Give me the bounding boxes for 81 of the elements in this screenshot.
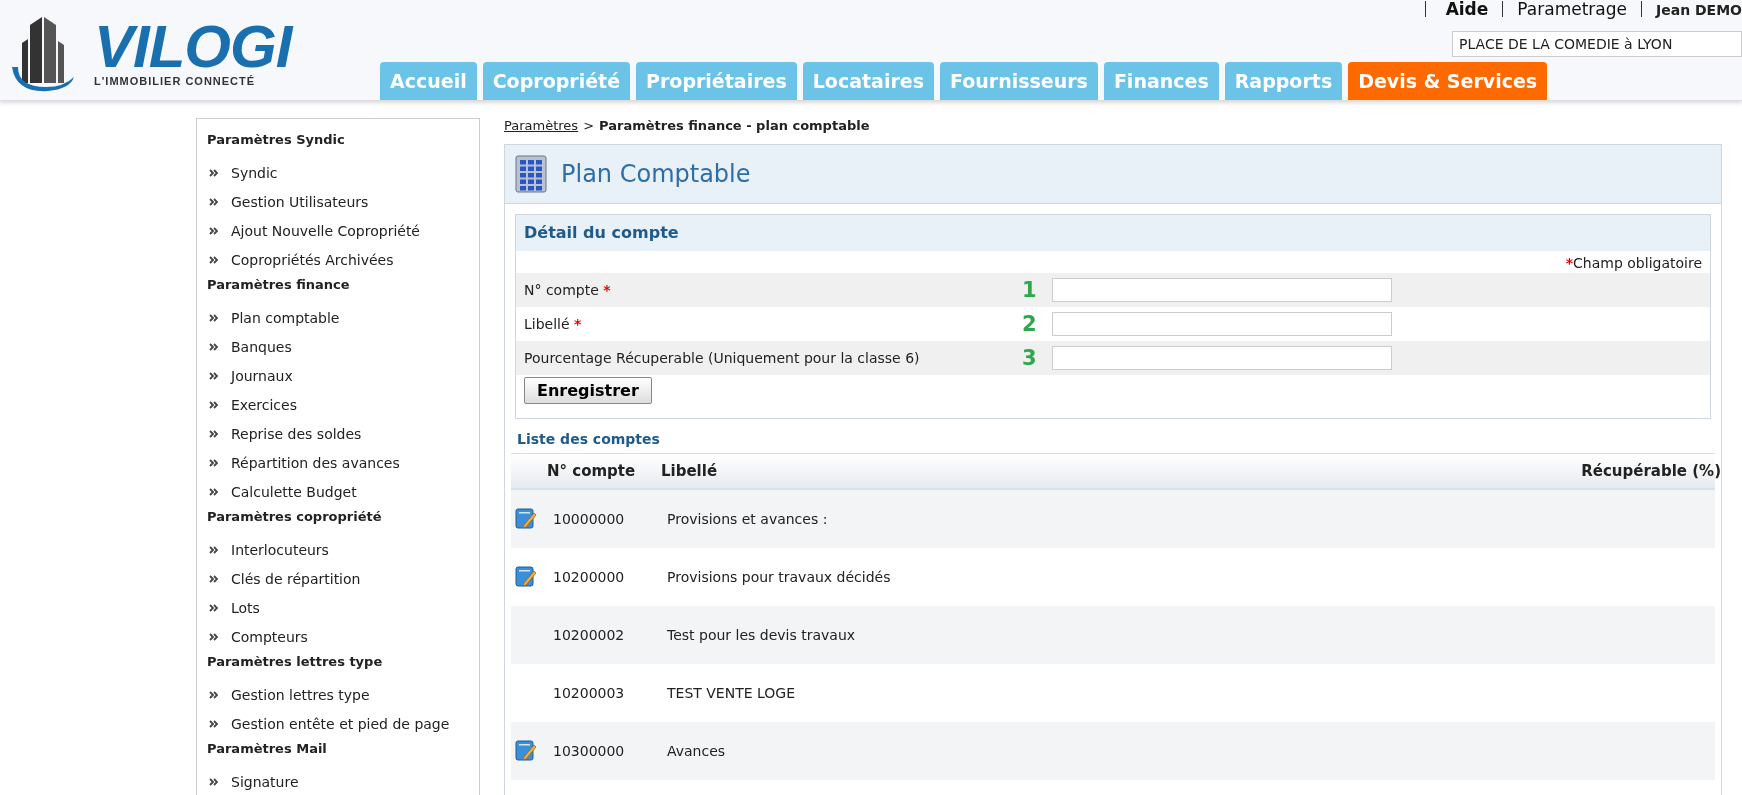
step-number: 1 — [1022, 278, 1038, 302]
sidebar-link[interactable]: Gestion entête et pied de page — [231, 712, 450, 735]
breadcrumb-separator: > — [583, 118, 595, 135]
sidebar-link[interactable]: Journaux — [231, 364, 293, 387]
edit-icon[interactable] — [515, 564, 537, 587]
field-label: Libellé * — [524, 316, 583, 332]
double-chevron-icon — [209, 226, 218, 235]
page-title: Plan Comptable — [561, 160, 751, 188]
input-field[interactable] — [1052, 312, 1392, 336]
double-chevron-icon — [209, 719, 218, 728]
breadcrumb-current: Paramètres finance - plan comptable — [599, 118, 870, 135]
sidebar-heading: Paramètres copropriété — [207, 508, 383, 526]
input-field[interactable] — [1052, 346, 1392, 370]
table-cell-text: Provisions et avances : — [667, 511, 829, 527]
edit-icon[interactable] — [515, 738, 537, 761]
double-chevron-icon — [209, 197, 218, 206]
input-field[interactable] — [1052, 278, 1392, 302]
breadcrumb-link[interactable]: Paramètres — [504, 118, 579, 138]
sidebar-link[interactable]: Compteurs — [231, 625, 308, 648]
edit-icon[interactable] — [515, 506, 537, 529]
double-chevron-icon — [209, 313, 218, 322]
table-cell-text: Test pour les devis travaux — [667, 627, 857, 643]
sidebar-link[interactable]: Interlocuteurs — [231, 538, 329, 561]
field-label: N° compte * — [524, 282, 612, 298]
sidebar-link[interactable]: Copropriétés Archivées — [231, 248, 394, 271]
sidebar-link[interactable]: Clés de répartition — [231, 567, 361, 590]
section-title: Liste des comptes — [516, 430, 661, 449]
double-chevron-icon — [209, 371, 218, 380]
column-header: N° compte — [546, 462, 637, 480]
table-cell-text: 10200002 — [553, 627, 626, 643]
sidebar-heading: Paramètres Syndic — [207, 131, 346, 149]
double-chevron-icon — [209, 342, 218, 351]
save-button[interactable]: Enregistrer — [524, 377, 652, 404]
double-chevron-icon — [209, 777, 218, 786]
double-chevron-icon — [209, 545, 218, 554]
column-header: Récupérable (%) — [1580, 462, 1721, 480]
double-chevron-icon — [209, 255, 218, 264]
double-chevron-icon — [209, 487, 218, 496]
sidebar-link[interactable]: Syndic — [231, 161, 278, 184]
property-field[interactable]: PLACE DE LA COMEDIE à LYON — [1452, 31, 1742, 57]
double-chevron-icon — [209, 632, 218, 641]
table-cell-text: TEST VENTE LOGE — [667, 685, 797, 701]
sidebar-link[interactable]: Calculette Budget — [231, 480, 357, 503]
sidebar-link[interactable]: Reprise des soldes — [231, 422, 362, 445]
double-chevron-icon — [209, 603, 218, 612]
sidebar-link[interactable]: Ajout Nouvelle Copropriété — [231, 219, 420, 242]
table-cell-text: 10000000 — [553, 511, 626, 527]
sidebar-link[interactable]: Banques — [231, 335, 292, 358]
sidebar-link[interactable]: Signature — [231, 770, 299, 793]
sidebar-link[interactable]: Exercices — [231, 393, 297, 416]
top-link[interactable]: Aide — [1439, 0, 1489, 18]
sidebar-link[interactable]: Gestion lettres type — [231, 683, 370, 706]
step-number: 2 — [1022, 312, 1038, 336]
sidebar-heading: Paramètres finance — [207, 276, 351, 294]
table-cell-text: 10200003 — [553, 685, 626, 701]
double-chevron-icon — [209, 429, 218, 438]
table-cell-text: 10300000 — [553, 743, 626, 759]
table-cell-text: 10200000 — [553, 569, 626, 585]
sidebar-link[interactable]: Gestion Utilisateurs — [231, 190, 369, 213]
building-icon — [515, 155, 547, 193]
double-chevron-icon — [209, 458, 218, 467]
double-chevron-icon — [209, 168, 218, 177]
sidebar-link[interactable]: Plan comptable — [231, 306, 340, 329]
double-chevron-icon — [209, 690, 218, 699]
double-chevron-icon — [209, 574, 218, 583]
required-note: *Champ obligatoire — [1565, 255, 1702, 271]
sidebar-heading: Paramètres Mail — [207, 740, 328, 758]
table-cell-text: Provisions pour travaux décidés — [667, 569, 892, 585]
logo-wordmark: VILOGI — [94, 19, 292, 75]
column-header: Libellé — [661, 462, 719, 480]
sidebar-link[interactable]: Lots — [231, 596, 260, 619]
top-link[interactable]: Parametrage — [1517, 0, 1627, 18]
double-chevron-icon — [209, 400, 218, 409]
sidebar-link[interactable]: Répartition des avances — [231, 451, 400, 474]
section-title: Détail du compte — [516, 215, 1710, 251]
step-number: 3 — [1022, 346, 1038, 370]
table-cell-text: Avances — [667, 743, 727, 759]
sidebar-heading: Paramètres lettres type — [207, 653, 384, 671]
field-label: Pourcentage Récuperable (Uniquement pour la classe 6) — [524, 350, 921, 366]
logo-tagline: L'IMMOBILIER CONNECTÉ — [94, 75, 257, 87]
user-name[interactable]: Jean DEMO — [1656, 0, 1742, 20]
